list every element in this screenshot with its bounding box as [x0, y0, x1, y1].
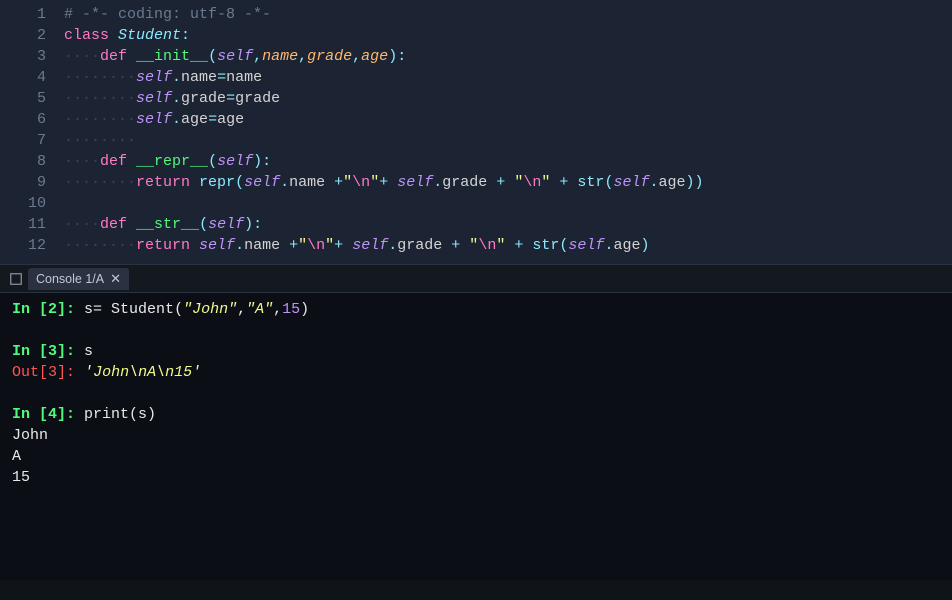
- console-stdout-line: John: [12, 425, 940, 446]
- console-input-line: In [2]: s= Student("John","A",15): [12, 299, 940, 320]
- line-number: 6: [0, 109, 64, 130]
- code-line[interactable]: 11····def __str__(self):: [0, 214, 952, 235]
- code-line[interactable]: 4········self.name=name: [0, 67, 952, 88]
- line-number: 2: [0, 25, 64, 46]
- console-output-line: Out[3]: 'John\nA\n15': [12, 362, 940, 383]
- code-editor[interactable]: 1# -*- coding: utf-8 -*-2class Student:3…: [0, 0, 952, 264]
- code-line[interactable]: 5········self.grade=grade: [0, 88, 952, 109]
- code-content[interactable]: ········return self.name +"\n"+ self.gra…: [64, 235, 649, 256]
- code-line[interactable]: 7········: [0, 130, 952, 151]
- line-number: 5: [0, 88, 64, 109]
- code-content[interactable]: ········self.age=age: [64, 109, 244, 130]
- console-cell: In [3]: sOut[3]: 'John\nA\n15': [12, 341, 940, 383]
- code-content[interactable]: ····def __repr__(self):: [64, 151, 271, 172]
- code-line[interactable]: 10: [0, 193, 952, 214]
- code-line[interactable]: 12········return self.name +"\n"+ self.g…: [0, 235, 952, 256]
- panel-options-icon[interactable]: [8, 271, 24, 287]
- console-tab[interactable]: Console 1/A ✕: [28, 268, 129, 290]
- console-tab-label: Console 1/A: [36, 272, 104, 286]
- code-line[interactable]: 8····def __repr__(self):: [0, 151, 952, 172]
- line-number: 1: [0, 4, 64, 25]
- console-tab-bar: Console 1/A ✕: [0, 265, 952, 293]
- line-number: 4: [0, 67, 64, 88]
- code-content[interactable]: ········self.name=name: [64, 67, 262, 88]
- code-content[interactable]: ········self.grade=grade: [64, 88, 280, 109]
- console-cell: In [2]: s= Student("John","A",15): [12, 299, 940, 320]
- console-input-line: In [4]: print(s): [12, 404, 940, 425]
- code-content[interactable]: ····def __init__(self,name,grade,age):: [64, 46, 406, 67]
- code-content[interactable]: ····def __str__(self):: [64, 214, 262, 235]
- console-panel: Console 1/A ✕ In [2]: s= Student("John",…: [0, 264, 952, 580]
- console-stdout-line: 15: [12, 467, 940, 488]
- console-input-line: In [3]: s: [12, 341, 940, 362]
- close-icon[interactable]: ✕: [110, 271, 121, 287]
- console-cell: In [4]: print(s)JohnA15: [12, 404, 940, 488]
- code-content[interactable]: class Student:: [64, 25, 190, 46]
- code-line[interactable]: 2class Student:: [0, 25, 952, 46]
- line-number: 12: [0, 235, 64, 256]
- line-number: 3: [0, 46, 64, 67]
- code-content[interactable]: ········: [64, 130, 136, 151]
- console-body[interactable]: In [2]: s= Student("John","A",15) In [3]:…: [0, 293, 952, 515]
- code-line[interactable]: 1# -*- coding: utf-8 -*-: [0, 4, 952, 25]
- code-content[interactable]: # -*- coding: utf-8 -*-: [64, 4, 271, 25]
- line-number: 8: [0, 151, 64, 172]
- line-number: 11: [0, 214, 64, 235]
- line-number: 10: [0, 193, 64, 214]
- code-content[interactable]: ········return repr(self.name +"\n"+ sel…: [64, 172, 704, 193]
- line-number: 9: [0, 172, 64, 193]
- code-line[interactable]: 3····def __init__(self,name,grade,age):: [0, 46, 952, 67]
- code-line[interactable]: 9········return repr(self.name +"\n"+ se…: [0, 172, 952, 193]
- code-line[interactable]: 6········self.age=age: [0, 109, 952, 130]
- console-stdout-line: A: [12, 446, 940, 467]
- line-number: 7: [0, 130, 64, 151]
